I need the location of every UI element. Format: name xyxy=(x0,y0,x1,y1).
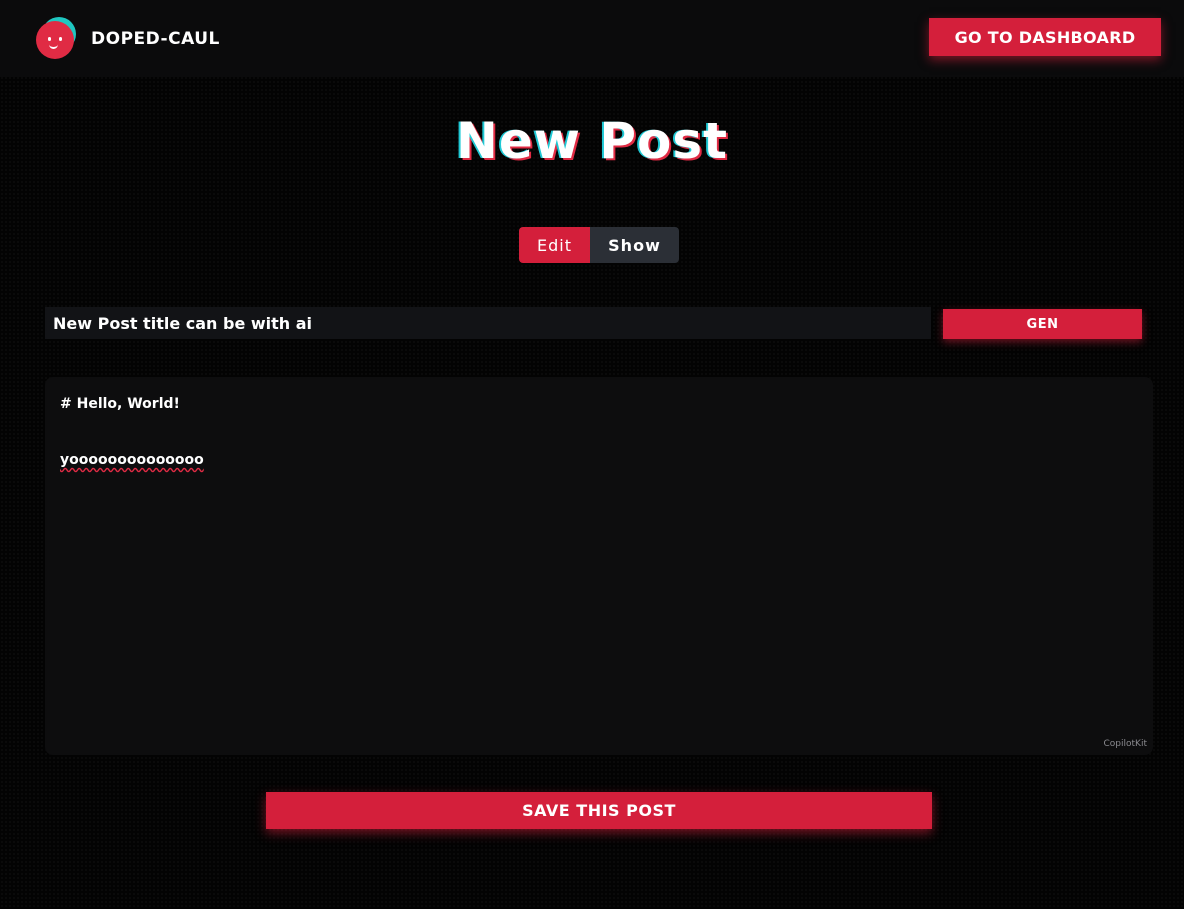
edit-show-toggle: Edit Show xyxy=(519,227,679,263)
brand-name[interactable]: DOPED-CAUL xyxy=(91,29,220,49)
go-to-dashboard-button[interactable]: GO TO DASHBOARD xyxy=(929,18,1161,56)
page-title: New Post xyxy=(455,112,728,170)
gen-button[interactable]: GEN xyxy=(943,309,1142,339)
tab-show[interactable]: Show xyxy=(590,227,679,263)
post-content-editor[interactable]: # Hello, World! yoooooooooooooo CopilotK… xyxy=(45,377,1153,755)
editor-line: yoooooooooooooo xyxy=(60,451,1138,469)
logo-smile xyxy=(49,41,58,49)
logo-front-circle xyxy=(36,21,74,59)
top-navbar: DOPED-CAUL GO TO DASHBOARD xyxy=(0,0,1184,77)
logo-eye-right xyxy=(59,37,62,41)
editor-line: # Hello, World! xyxy=(60,396,180,412)
misspelled-word: yoooooooooooooo xyxy=(60,452,204,468)
save-post-button[interactable]: SAVE THIS POST xyxy=(266,792,932,829)
post-title-input[interactable] xyxy=(45,307,931,339)
editor-blank-line xyxy=(60,413,1138,451)
tab-edit[interactable]: Edit xyxy=(519,227,590,263)
logo-icon[interactable] xyxy=(36,17,78,59)
copilotkit-branding: CopilotKit xyxy=(1103,739,1147,749)
